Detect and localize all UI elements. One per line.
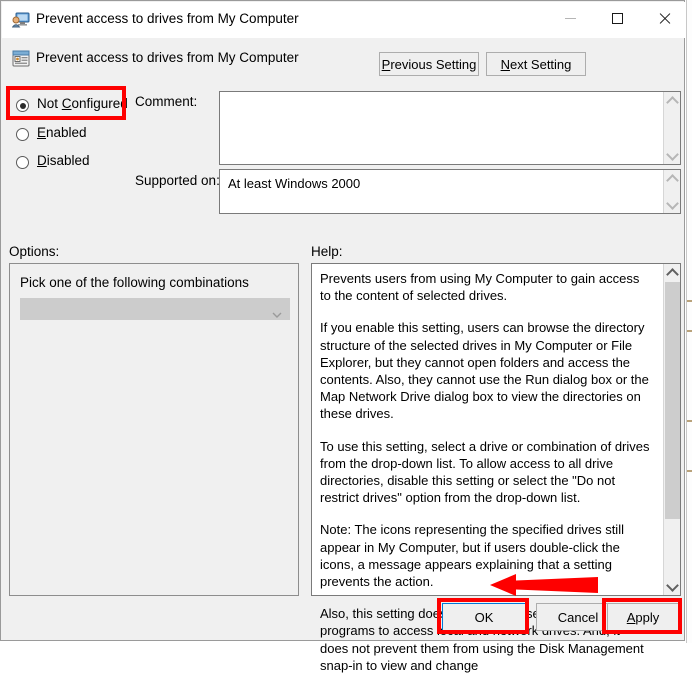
drive-combination-dropdown[interactable] xyxy=(20,298,290,320)
chevron-up-icon xyxy=(666,267,679,281)
supported-on-field: At least Windows 2000 xyxy=(219,169,681,214)
help-scroll-up-button[interactable] xyxy=(664,264,681,281)
supported-on-scrollbar[interactable] xyxy=(663,170,680,213)
radio-enabled-label: Enabled xyxy=(37,125,87,140)
maximize-icon xyxy=(611,12,623,24)
maximize-button[interactable] xyxy=(594,3,640,33)
chevron-up-icon xyxy=(666,173,679,187)
window-title: Prevent access to drives from My Compute… xyxy=(36,11,299,26)
comment-input[interactable] xyxy=(219,91,681,165)
options-label: Options: xyxy=(9,244,60,259)
chevron-up-icon xyxy=(666,95,679,109)
supported-scroll-up-button[interactable] xyxy=(664,170,681,187)
minimize-icon xyxy=(564,17,576,19)
chevron-down-icon xyxy=(666,147,679,161)
help-label: Help: xyxy=(311,244,343,259)
minimize-button[interactable] xyxy=(547,3,593,33)
next-setting-label: ext Setting xyxy=(509,56,572,72)
annotation-arrow-to-ok xyxy=(490,572,598,598)
comment-scroll-down-button[interactable] xyxy=(664,147,681,164)
options-instruction: Pick one of the following combinations xyxy=(20,275,249,290)
close-button[interactable] xyxy=(641,3,687,33)
radio-disabled-indicator xyxy=(16,156,29,169)
comment-label: Comment: xyxy=(135,94,198,109)
group-policy-setting-icon xyxy=(12,50,30,67)
chevron-down-icon xyxy=(666,578,679,592)
chevron-down-icon xyxy=(272,306,282,324)
annotation-box-not-configured xyxy=(6,86,126,120)
policy-monitor-icon xyxy=(11,12,30,28)
close-icon xyxy=(658,12,671,25)
chevron-down-icon xyxy=(666,196,679,210)
supported-scroll-down-button[interactable] xyxy=(664,196,681,213)
radio-enabled-indicator xyxy=(16,128,29,141)
help-paragraph: If you enable this setting, users can br… xyxy=(320,320,649,422)
help-paragraph: Note: The icons representing the specifi… xyxy=(320,522,624,590)
setting-title: Prevent access to drives from My Compute… xyxy=(36,50,299,65)
previous-setting-button[interactable]: Previous Setting xyxy=(379,52,479,76)
help-scroll-down-button[interactable] xyxy=(664,578,681,595)
next-setting-button[interactable]: Next Setting xyxy=(486,52,586,76)
title-bar: Prevent access to drives from My Compute… xyxy=(2,2,685,38)
comment-scrollbar[interactable] xyxy=(663,92,680,164)
help-paragraph: To use this setting, select a drive or c… xyxy=(320,438,650,506)
comment-scroll-up-button[interactable] xyxy=(664,92,681,109)
annotation-box-ok xyxy=(437,598,529,634)
supported-on-label: Supported on: xyxy=(135,173,220,188)
annotation-box-apply xyxy=(602,598,682,634)
radio-disabled-label: Disabled xyxy=(37,153,90,168)
help-paragraph: Prevents users from using My Computer to… xyxy=(320,271,640,304)
supported-on-value: At least Windows 2000 xyxy=(228,176,361,191)
help-scrollbar[interactable] xyxy=(663,264,680,595)
next-setting-mnemonic: N xyxy=(500,56,510,72)
help-scrollbar-thumb[interactable] xyxy=(665,282,680,519)
help-panel: Prevents users from using My Computer to… xyxy=(311,263,681,673)
options-panel: Pick one of the following combinations xyxy=(9,263,299,596)
previous-setting-label: revious Setting xyxy=(390,56,477,72)
background-window-edge xyxy=(686,0,692,643)
